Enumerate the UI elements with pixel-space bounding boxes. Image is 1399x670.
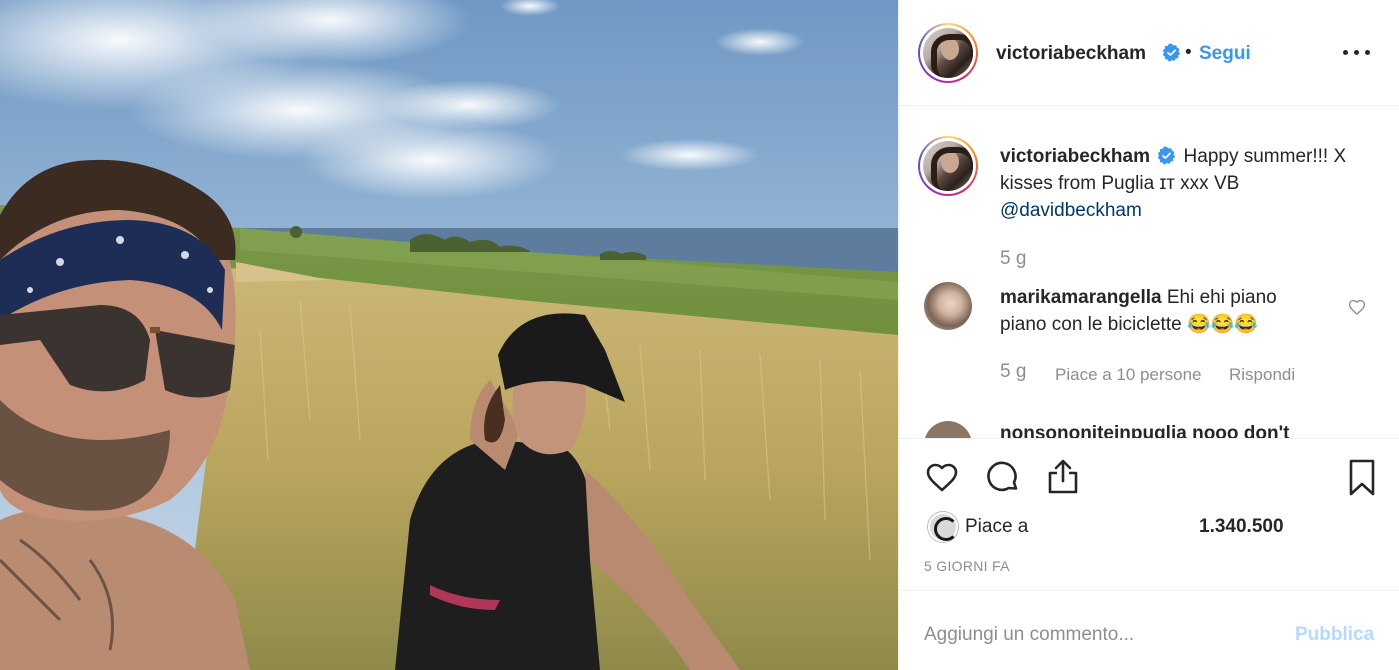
- likes-prefix: Piace a: [965, 516, 1029, 537]
- caption-text-line2: kisses from Puglia ɪᴛ xxx VB: [1000, 173, 1240, 194]
- publish-button[interactable]: Pubblica: [1295, 624, 1374, 646]
- post-timestamp[interactable]: 5 GIORNI FA: [924, 558, 1010, 574]
- separator-dot: •: [1185, 42, 1192, 63]
- comments-list[interactable]: victoriabeckham Happy summer!!! X kisses…: [899, 107, 1399, 438]
- post-actions: Piace a 1.340.500 5 GIORNI FA: [899, 438, 1399, 590]
- comment-like-heart-icon[interactable]: [1347, 297, 1367, 317]
- caption-text-line1: Happy summer!!! X: [1183, 146, 1347, 167]
- commenter-avatar[interactable]: [924, 282, 972, 330]
- author-avatar[interactable]: [918, 23, 978, 83]
- reply-button[interactable]: Rispondi: [1229, 365, 1295, 385]
- caption-avatar[interactable]: [918, 136, 978, 196]
- comment-input[interactable]: Aggiungi un commento...: [924, 624, 1134, 646]
- commenter-username[interactable]: nonsononiteinpuglia nooo don't: [1000, 423, 1289, 438]
- commenter-username[interactable]: marikamarangella: [1000, 287, 1162, 308]
- follow-button[interactable]: Segui: [1199, 43, 1251, 65]
- share-icon[interactable]: [1043, 457, 1083, 497]
- heart-icon[interactable]: [922, 457, 962, 497]
- more-options-icon[interactable]: [1343, 44, 1373, 62]
- post-side-panel: victoriabeckham • Segui victoriabeckham …: [898, 0, 1399, 670]
- verified-badge-icon: [1162, 43, 1181, 62]
- comment-text-line1: Ehi ehi piano: [1166, 287, 1277, 308]
- post-header: victoriabeckham • Segui: [899, 0, 1399, 106]
- bookmark-icon[interactable]: [1342, 457, 1382, 497]
- likes-count[interactable]: 1.340.500: [1199, 516, 1284, 538]
- caption-mention-link[interactable]: @davidbeckham: [1000, 200, 1142, 221]
- caption-username[interactable]: victoriabeckham: [1000, 146, 1150, 167]
- comment-text-line2: piano con le biciclette 😂😂😂: [1000, 314, 1258, 335]
- comment-bubble-icon[interactable]: [983, 457, 1023, 497]
- verified-badge-icon: [1158, 146, 1176, 165]
- add-comment-bar: Aggiungi un commento... Pubblica: [899, 590, 1399, 670]
- comment-likes-link[interactable]: Piace a 10 persone: [1055, 365, 1202, 385]
- commenter-avatar[interactable]: [924, 421, 972, 438]
- post-photo-image: [0, 0, 898, 670]
- author-username[interactable]: victoriabeckham: [996, 43, 1146, 65]
- liker-avatar: [928, 512, 958, 542]
- caption-time: 5 g: [1000, 248, 1027, 269]
- post-photo[interactable]: [0, 0, 898, 670]
- comment-time: 5 g: [1000, 361, 1027, 382]
